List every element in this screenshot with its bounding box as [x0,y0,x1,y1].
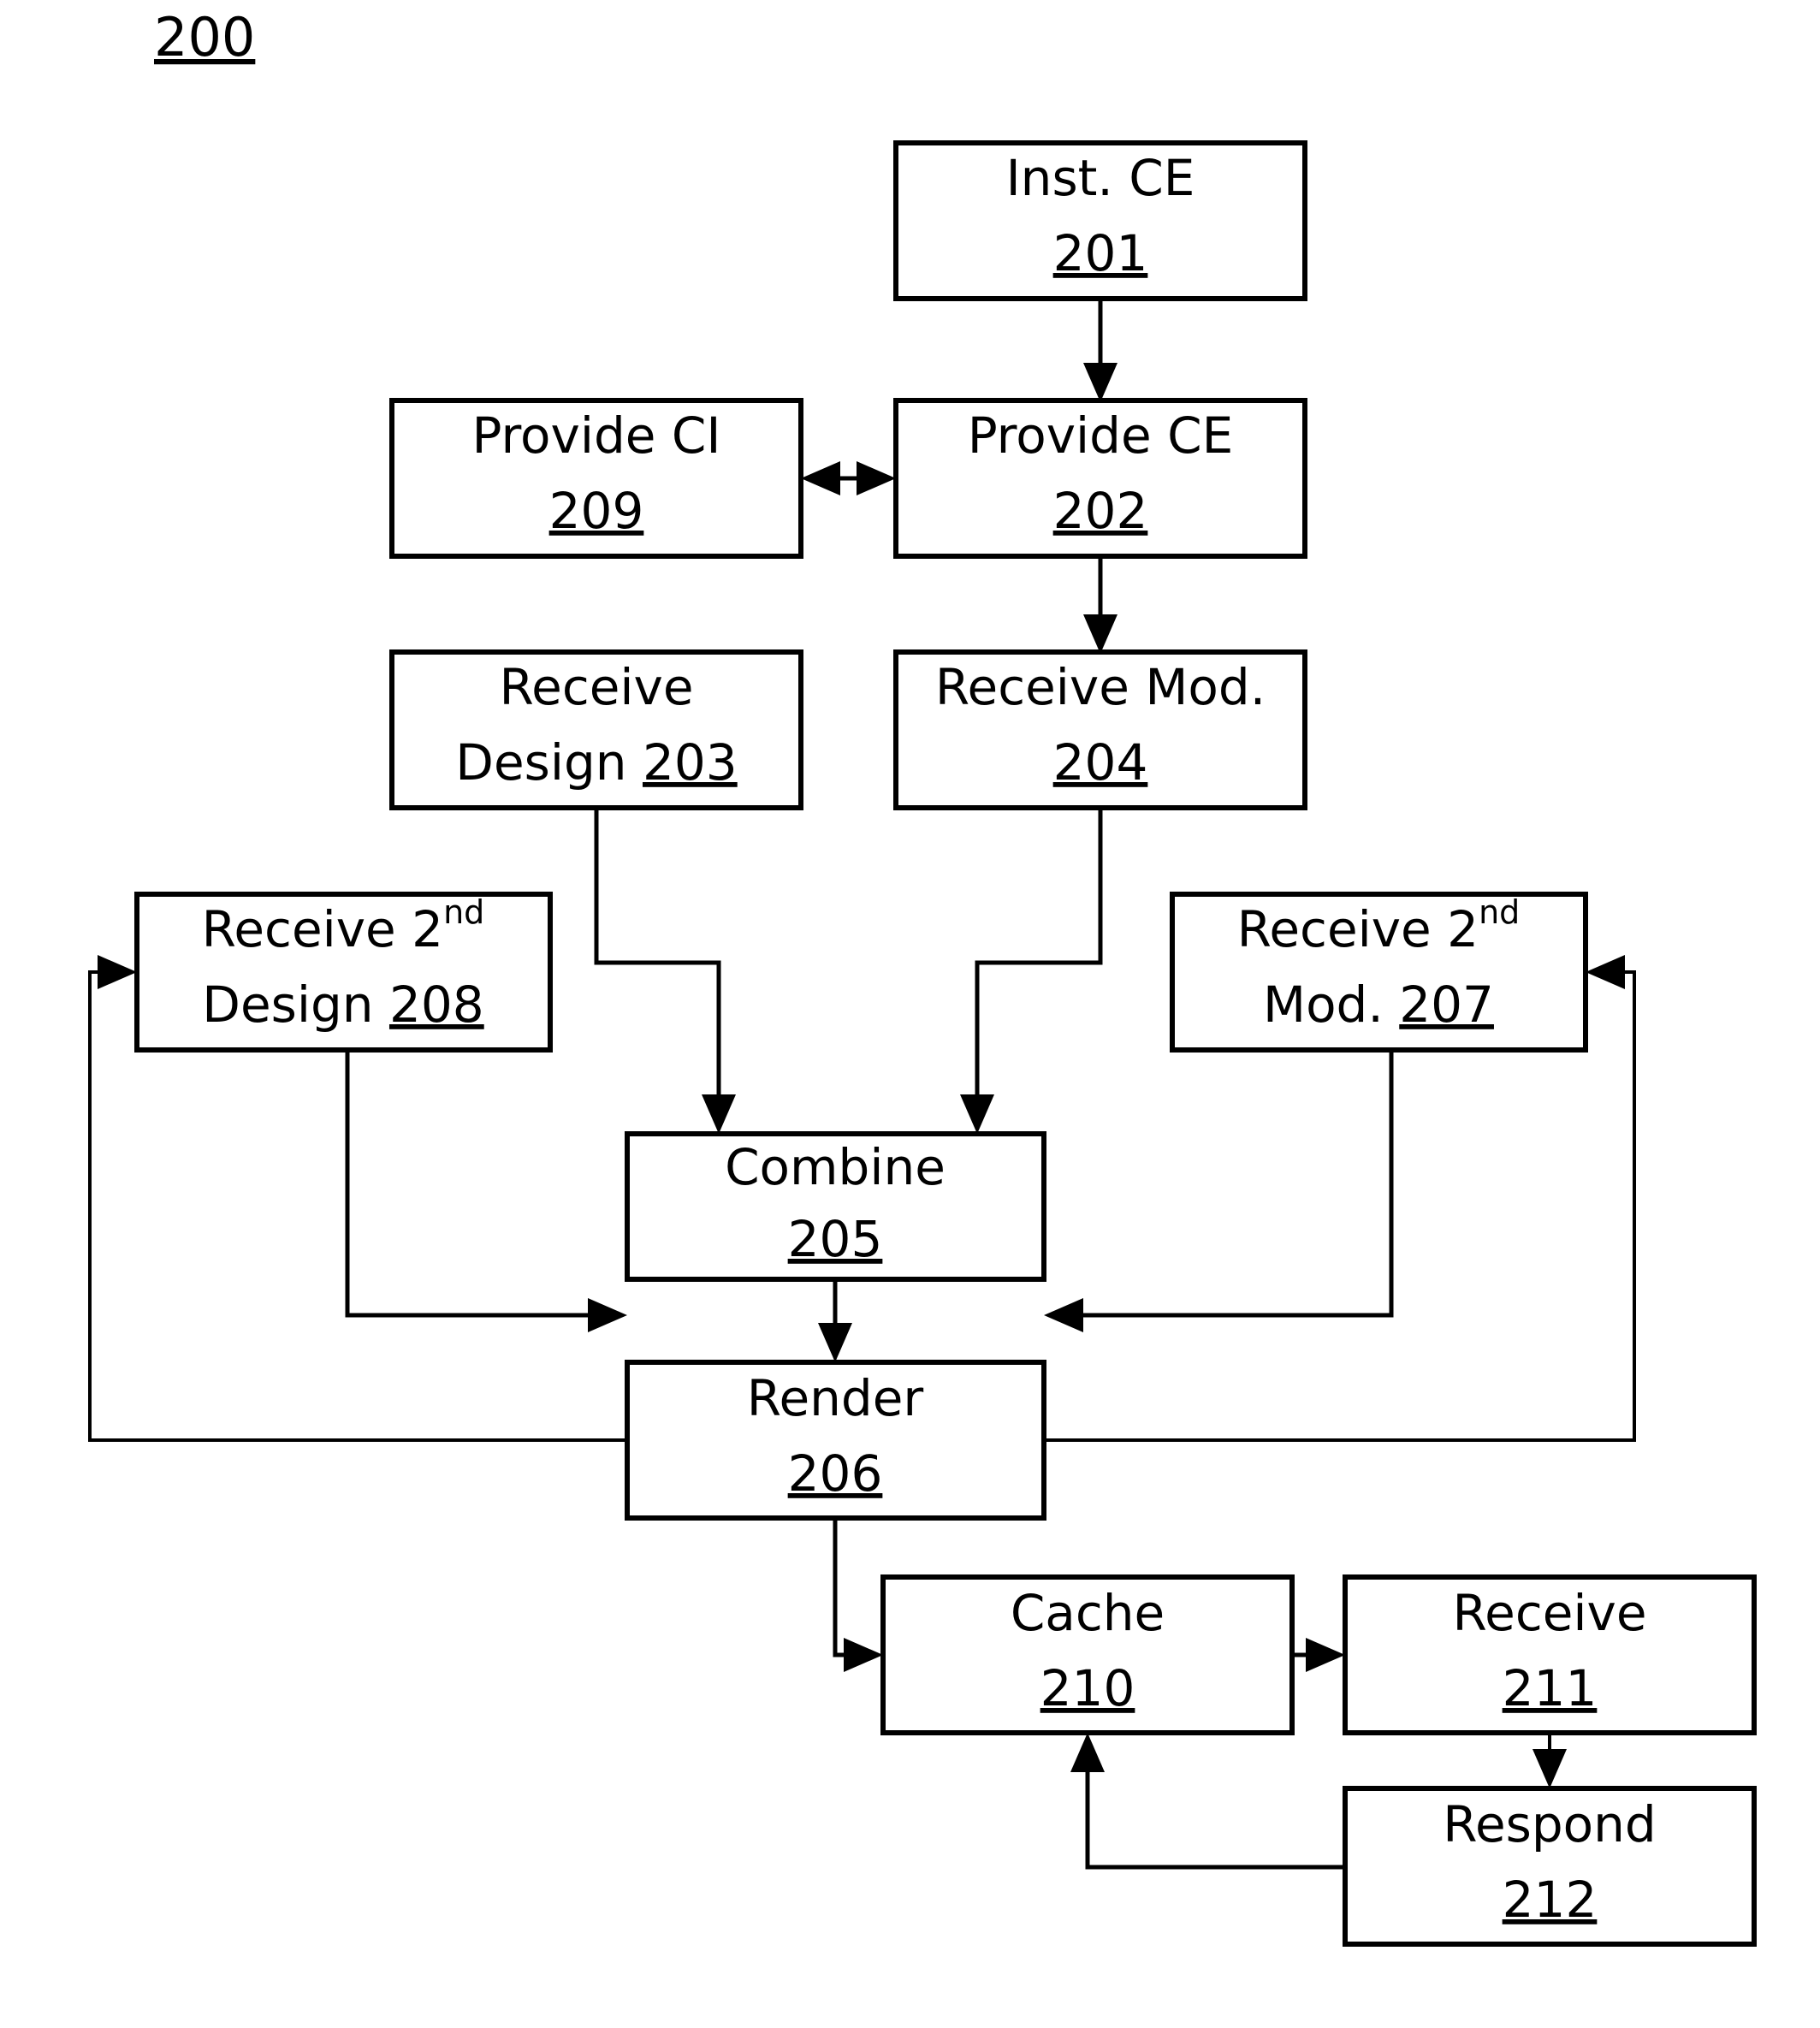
box-provide-ce-line1: Provide CE [968,406,1234,465]
box-render[interactable]: Render 206 [625,1360,1046,1521]
box-respond-line1: Respond [1443,1795,1656,1853]
box-combine-line1: Combine [725,1138,946,1196]
box-receive-design-line1: Receive [499,658,693,716]
figure-label: 200 [154,6,255,68]
box-provide-ce[interactable]: Provide CE 202 [893,398,1307,559]
connector-cache-to-receive-211 [1292,1638,1345,1672]
box-combine-number: 205 [788,1210,883,1268]
box-provide-ci-number: 209 [549,482,644,540]
box-combine[interactable]: Combine 205 [625,1131,1046,1282]
box-receive-2nd-design[interactable]: Receive 2nd Design 208 [134,892,553,1053]
figure-label-text: 200 [154,6,255,68]
box-respond-number: 212 [1503,1871,1598,1929]
box-cache[interactable]: Cache 210 [880,1574,1295,1735]
box-render-number: 206 [788,1444,883,1503]
box-receive-2nd-mod-line1: Receive 2nd [1237,893,1521,959]
box-respond[interactable]: Respond 212 [1343,1786,1757,1947]
connector-receive-211-to-respond [1532,1733,1567,1788]
box-receive-2nd-design-line2: Design 208 [202,975,483,1034]
box-render-line1: Render [747,1369,924,1427]
connector-receive-2nd-design-to-combine [345,1050,627,1332]
box-receive-mod[interactable]: Receive Mod. 204 [893,649,1307,810]
connector-provide-ce-to-receive-mod [1083,556,1117,654]
flowchart-canvas: 200 Inst. CE 201 Provide CI 209 Provide … [0,0,1820,2028]
box-inst-ce-number: 201 [1053,224,1148,282]
box-receive-design-line2: Design 203 [455,733,737,792]
connector-receive-design-to-combine [594,808,736,1134]
connector-receive-2nd-mod-to-combine [1044,1050,1394,1332]
box-receive-mod-number: 204 [1053,733,1148,792]
box-provide-ci[interactable]: Provide CI 209 [389,398,803,559]
connector-respond-to-cache [1070,1733,1345,1870]
box-receive-2nd-mod[interactable]: Receive 2nd Mod. 207 [1170,892,1588,1053]
connector-provide-ci-to-provide-ce [801,461,896,495]
box-cache-number: 210 [1040,1659,1135,1717]
box-receive-211-number: 211 [1503,1659,1598,1717]
connector-inst-ce-to-provide-ce [1083,299,1117,402]
box-provide-ci-line1: Provide CI [472,406,721,465]
box-receive-mod-line1: Receive Mod. [935,658,1266,716]
connector-combine-to-render [818,1279,852,1362]
box-cache-line1: Cache [1011,1584,1165,1642]
box-receive-211[interactable]: Receive 211 [1343,1574,1757,1735]
box-receive-2nd-mod-line2: Mod. 207 [1263,975,1494,1034]
box-receive-2nd-design-line1: Receive 2nd [202,893,485,959]
box-inst-ce[interactable]: Inst. CE 201 [893,140,1307,301]
box-receive-211-line1: Receive [1452,1584,1646,1642]
flowchart-svg: 200 Inst. CE 201 Provide CI 209 Provide … [88,6,1757,1947]
connector-render-to-cache [833,1518,883,1672]
box-provide-ce-number: 202 [1053,482,1148,540]
connector-receive-mod-to-combine [960,808,1103,1134]
box-receive-design[interactable]: Receive Design 203 [389,649,803,810]
box-inst-ce-line1: Inst. CE [1006,149,1195,207]
